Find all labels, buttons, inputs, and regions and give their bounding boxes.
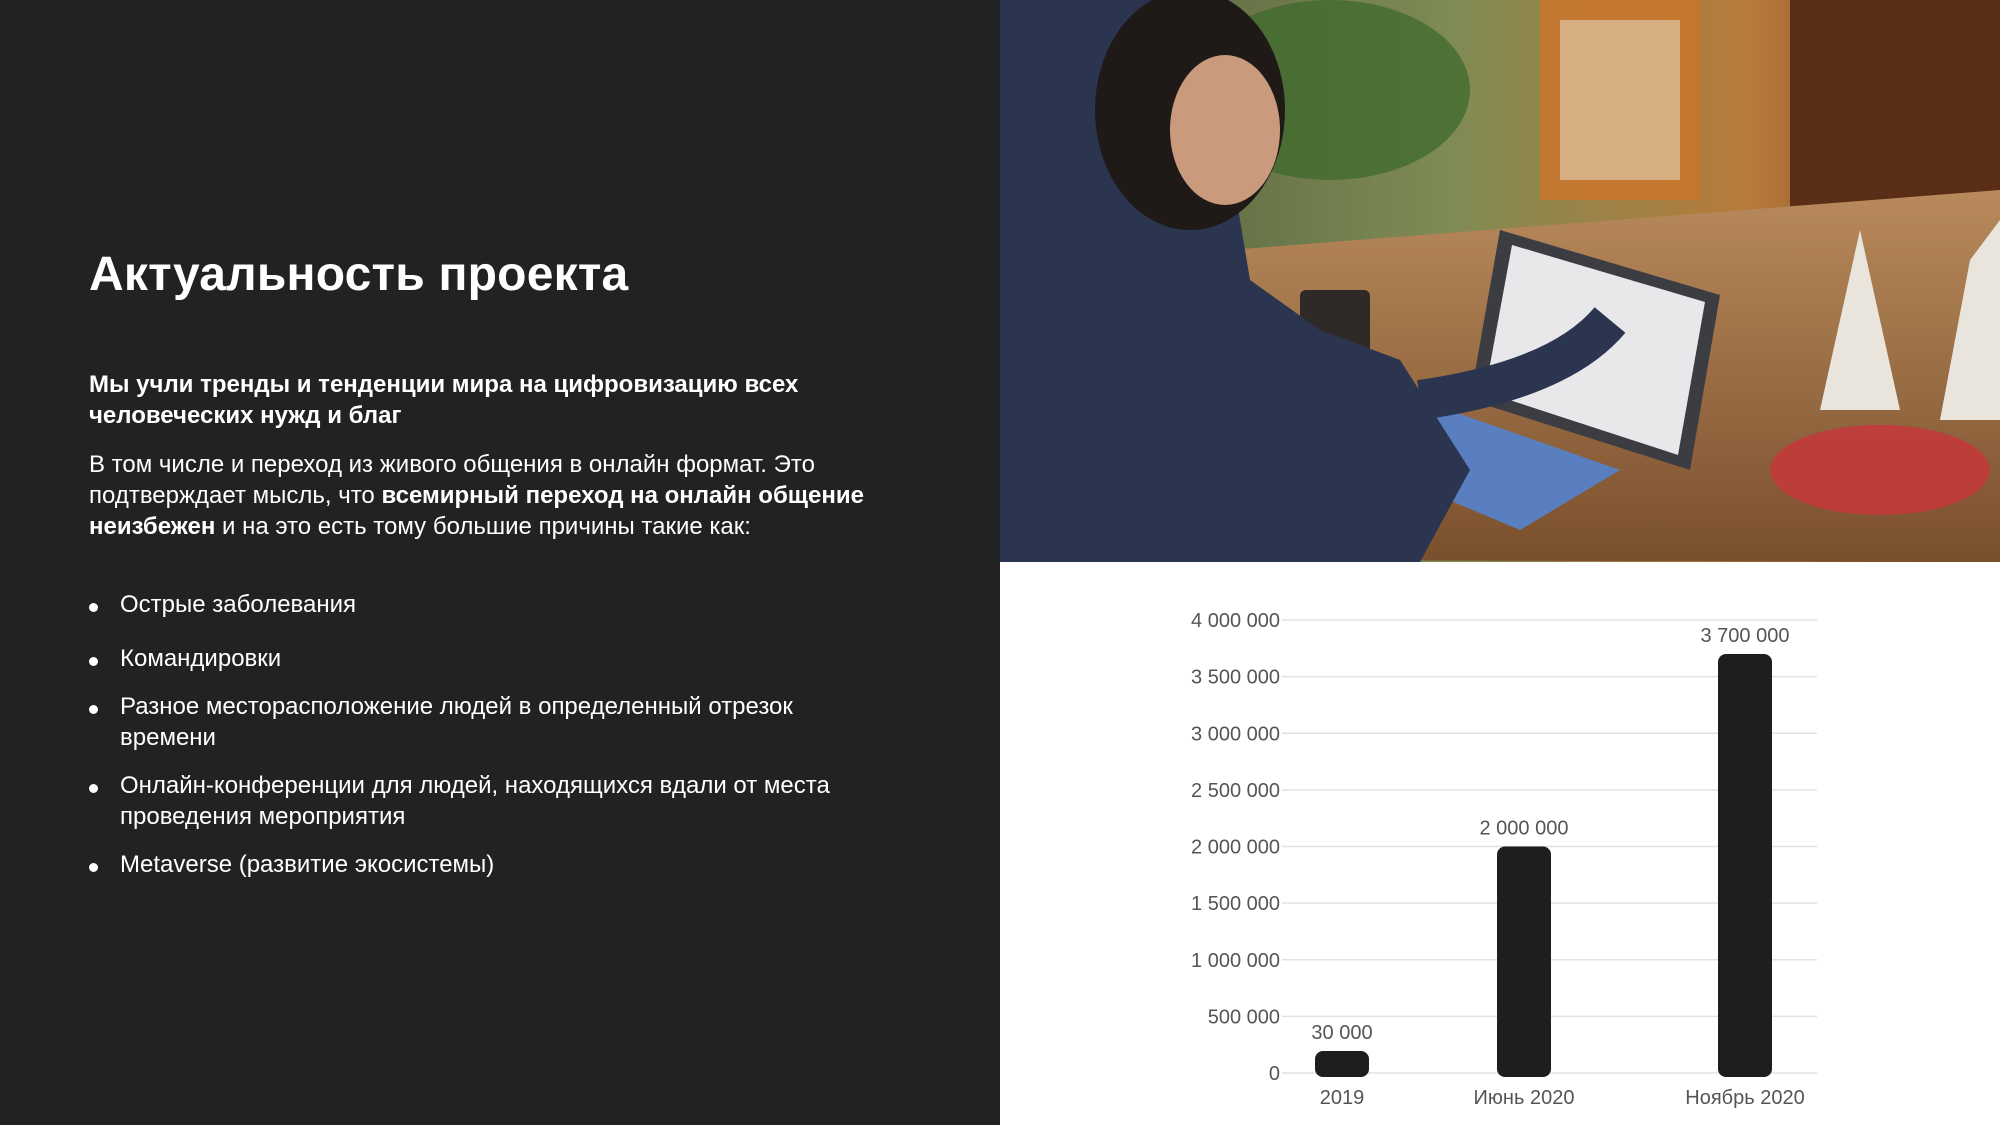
bar (1718, 653, 1772, 1077)
y-tick-label: 1 500 000 (1191, 893, 1280, 915)
photo-woman-laptop (1000, 0, 2000, 562)
bullet-icon (89, 657, 98, 666)
list-item-text: Разное месторасположение людей в определ… (120, 693, 793, 751)
photo-candy-bowl (1770, 425, 1990, 515)
y-tick-label: 3 500 000 (1191, 667, 1280, 689)
list-item-text: Командировки (120, 645, 282, 672)
bullet-icon (89, 784, 98, 793)
x-tick-label: Июнь 2020 (1474, 1087, 1575, 1109)
x-tick-label: Ноябрь 2020 (1685, 1087, 1804, 1109)
x-tick-label: 2019 (1320, 1087, 1365, 1109)
list-item: Онлайн-конференции для людей, находящихс… (89, 770, 889, 832)
y-tick-label: 2 000 000 (1191, 837, 1280, 859)
bar-chart: 0 500 000 1 000 000 1 500 000 2 000 000 2 500… (1191, 610, 1817, 1109)
photo-illustration (1000, 0, 2000, 562)
y-tick-label: 500 000 (1208, 1006, 1280, 1028)
y-tick-label: 3 000 000 (1191, 723, 1280, 745)
body-outro: и на это есть тому большие причины такие… (215, 513, 751, 540)
photo-person-face (1170, 55, 1280, 205)
list-item-text: Онлайн-конференции для людей, находящихс… (120, 772, 830, 830)
y-tick-label: 0 (1269, 1063, 1280, 1085)
data-label: 2 000 000 (1480, 818, 1569, 840)
y-tick-label: 4 000 000 (1191, 610, 1280, 632)
lead-paragraph: Мы учли тренды и тенденции мира на цифро… (89, 371, 799, 429)
list-item-text: Metaverse (развитие экосистемы) (120, 851, 495, 878)
photo-window-glass (1560, 20, 1680, 180)
slide-title: Актуальность проекта (89, 248, 629, 301)
list-item-text: Острые заболевания (120, 591, 357, 618)
reasons-list: Острые заболевания Командировки Разное м… (89, 589, 889, 880)
bar (1315, 1051, 1369, 1077)
data-label: 3 700 000 (1701, 625, 1790, 647)
bar (1497, 846, 1551, 1077)
y-tick-label: 2 500 000 (1191, 780, 1280, 802)
bullet-icon (89, 863, 98, 872)
y-tick-label: 1 000 000 (1191, 950, 1280, 972)
data-label: 30 000 (1311, 1022, 1372, 1044)
bullet-icon (89, 603, 98, 612)
list-item: Разное месторасположение людей в определ… (89, 691, 889, 753)
list-item: Командировки (89, 643, 889, 674)
list-item: Metaverse (развитие экосистемы) (89, 849, 889, 880)
bullet-icon (89, 705, 98, 714)
body-paragraph: В том числе и переход из живого общения … (89, 449, 889, 542)
text-panel: Актуальность проекта Мы учли тренды и те… (0, 0, 1000, 1125)
chart-area: 0 500 000 1 000 000 1 500 000 2 000 000 2 500… (1000, 562, 2000, 1125)
list-item: Острые заболевания (89, 589, 889, 620)
